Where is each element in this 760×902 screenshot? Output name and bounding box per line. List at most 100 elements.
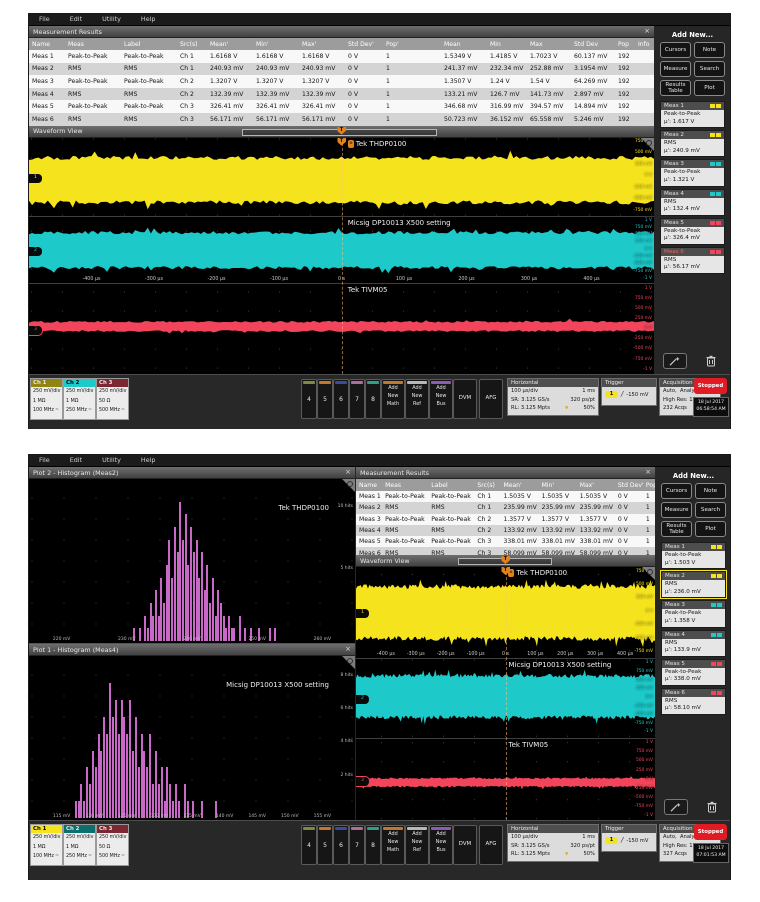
meas-2-badge[interactable]: Meas 2RMSμ': 236.0 mV: [661, 571, 726, 598]
meas-3-badge[interactable]: Meas 3Peak-to-Peakμ': 1.358 V: [661, 600, 726, 627]
run-stop-status-button[interactable]: Stopped: [694, 824, 727, 840]
menu-edit[interactable]: Edit: [60, 455, 92, 466]
trash-icon[interactable]: [700, 354, 722, 368]
add-new-ref-button[interactable]: AddNewRef: [405, 825, 429, 865]
afg-button[interactable]: AFG: [479, 825, 503, 865]
trigger-panel[interactable]: Trigger1/-150 mV: [601, 824, 657, 852]
measurement-results-titlebar[interactable]: Measurement Results ×: [29, 26, 654, 38]
add-new-math-button[interactable]: AddNewMath: [381, 825, 405, 865]
addnew-search-button[interactable]: Search: [695, 502, 726, 518]
waveform-view-titlebar[interactable]: Waveform View T: [356, 555, 655, 567]
channel-5-button[interactable]: 5: [317, 379, 333, 419]
addnew-plot-button[interactable]: Plot: [694, 80, 725, 96]
horizontal-panel[interactable]: Horizontal100 μs/div1 msSR: 3.125 GS/s32…: [507, 824, 599, 862]
channel-badge-ch-3[interactable]: Ch 3250 mV/div50 Ω500 MHz~: [96, 378, 129, 420]
run-stop-status-button[interactable]: Stopped: [694, 378, 727, 394]
add-new-bus-button[interactable]: AddNewBus: [429, 379, 453, 419]
histogram-plot-area[interactable]: Micsig DP10013 X500 setting8 hits6 hits4…: [29, 656, 355, 820]
addnew-note-button[interactable]: Note: [694, 42, 725, 58]
menu-utility[interactable]: Utility: [92, 14, 131, 25]
meas-6-badge[interactable]: Meas 6RMSμ': 56.17 mV: [660, 247, 725, 274]
waveform-plot-area[interactable]: Tek THDP01001750 mV500 mV250 mV0 V-250 m…: [356, 567, 655, 820]
channel-4-button[interactable]: 4: [301, 825, 317, 865]
addnew-measure-button[interactable]: Measure: [660, 61, 691, 77]
meas-1-badge[interactable]: Meas 1Peak-to-Peakμ': 1.617 V: [660, 101, 725, 128]
callout-wand-button[interactable]: [663, 353, 687, 369]
table-row[interactable]: Meas 1Peak-to-PeakPeak-to-PeakCh 11.5035…: [356, 491, 655, 502]
menu-help[interactable]: Help: [131, 14, 166, 25]
table-row[interactable]: Meas 5Peak-to-PeakPeak-to-PeakCh 3338.01…: [356, 536, 655, 547]
trigger-panel[interactable]: Trigger1/-150 mV: [601, 378, 657, 406]
addnew-cursors-button[interactable]: Cursors: [660, 42, 691, 58]
table-row[interactable]: Meas 3Peak-to-PeakPeak-to-PeakCh 21.3207…: [29, 75, 654, 88]
table-row[interactable]: Meas 6RMSRMSCh 358.099 mV58.099 mV58.099…: [356, 547, 655, 555]
afg-button[interactable]: AFG: [479, 379, 503, 419]
channel-4-button[interactable]: 4: [301, 379, 317, 419]
zoom-corner-icon[interactable]: [641, 138, 654, 151]
table-row[interactable]: Meas 1Peak-to-PeakPeak-to-PeakCh 11.6168…: [29, 50, 654, 63]
plot-titlebar[interactable]: Plot 2 - Histogram (Meas2)×: [29, 467, 355, 479]
meas-4-badge[interactable]: Meas 4RMSμ': 132.4 mV: [660, 189, 725, 216]
trash-icon[interactable]: [701, 800, 723, 814]
add-new-bus-button[interactable]: AddNewBus: [429, 825, 453, 865]
channel-marker-ch1[interactable]: 1: [356, 608, 370, 619]
meas-3-badge[interactable]: Meas 3Peak-to-Peakμ': 1.321 V: [660, 159, 725, 186]
waveform-view-titlebar[interactable]: Waveform View T: [29, 126, 654, 138]
menu-edit[interactable]: Edit: [60, 14, 92, 25]
close-icon[interactable]: ×: [645, 467, 651, 478]
addnew-results-table-button[interactable]: Results Table: [660, 80, 691, 96]
dvm-button[interactable]: DVM: [453, 825, 477, 865]
addnew-measure-button[interactable]: Measure: [661, 502, 692, 518]
channel-7-button[interactable]: 7: [349, 825, 365, 865]
channel-6-button[interactable]: 6: [333, 825, 349, 865]
channel-badge-ch-2[interactable]: Ch 2250 mV/div1 MΩ250 MHz~: [63, 824, 96, 866]
zoom-corner-icon[interactable]: [642, 567, 655, 580]
meas-4-badge[interactable]: Meas 4RMSμ': 133.9 mV: [661, 630, 726, 657]
measurement-results-titlebar[interactable]: Measurement Results ×: [356, 467, 655, 479]
channel-7-button[interactable]: 7: [349, 379, 365, 419]
add-new-ref-button[interactable]: AddNewRef: [405, 379, 429, 419]
channel-marker-ch3[interactable]: 3: [356, 776, 370, 787]
zoom-corner-icon[interactable]: [342, 656, 355, 669]
channel-badge-ch-2[interactable]: Ch 2250 mV/div1 MΩ250 MHz~: [63, 378, 96, 420]
close-icon[interactable]: ×: [644, 26, 650, 37]
menu-utility[interactable]: Utility: [92, 455, 131, 466]
table-row[interactable]: Meas 6RMSRMSCh 356.171 mV56.171 mV56.171…: [29, 113, 654, 126]
histogram-plot-area[interactable]: Tek THDP010010 hits5 hits220 mV230 mV240…: [29, 479, 355, 643]
dvm-button[interactable]: DVM: [453, 379, 477, 419]
channel-marker-ch2[interactable]: 2: [356, 694, 370, 705]
channel-badge-ch-3[interactable]: Ch 3250 mV/div50 Ω500 MHz~: [96, 824, 129, 866]
table-row[interactable]: Meas 4RMSRMSCh 2132.39 mV132.39 mV132.39…: [29, 88, 654, 101]
menu-file[interactable]: File: [29, 14, 60, 25]
table-row[interactable]: Meas 2RMSRMSCh 1235.99 mV235.99 mV235.99…: [356, 502, 655, 513]
table-row[interactable]: Meas 5Peak-to-PeakPeak-to-PeakCh 3326.41…: [29, 100, 654, 113]
addnew-search-button[interactable]: Search: [694, 61, 725, 77]
channel-marker-ch2[interactable]: 2: [29, 246, 43, 257]
channel-badge-ch-1[interactable]: Ch 1250 mV/div1 MΩ100 MHz~: [30, 824, 63, 866]
channel-8-button[interactable]: 8: [365, 825, 381, 865]
plot-titlebar[interactable]: Plot 1 - Histogram (Meas4)×: [29, 644, 355, 656]
waveform-plot-area[interactable]: Tek THDP01001750 mV500 mV250 mV0 V-250 m…: [29, 138, 654, 374]
close-icon[interactable]: ×: [345, 644, 351, 655]
callout-wand-button[interactable]: [664, 799, 688, 815]
addnew-results-table-button[interactable]: Results Table: [661, 521, 692, 537]
channel-8-button[interactable]: 8: [365, 379, 381, 419]
menu-file[interactable]: File: [29, 455, 60, 466]
meas-6-badge[interactable]: Meas 6RMSμ': 58.10 mV: [661, 688, 726, 715]
meas-1-badge[interactable]: Meas 1Peak-to-Peakμ': 1.503 V: [661, 542, 726, 569]
zoom-corner-icon[interactable]: [342, 479, 355, 492]
addnew-plot-button[interactable]: Plot: [695, 521, 726, 537]
addnew-cursors-button[interactable]: Cursors: [661, 483, 692, 499]
meas-5-badge[interactable]: Meas 5Peak-to-Peakμ': 338.0 mV: [661, 659, 726, 686]
table-row[interactable]: Meas 2RMSRMSCh 1240.93 mV240.93 mV240.93…: [29, 63, 654, 76]
channel-6-button[interactable]: 6: [333, 379, 349, 419]
channel-5-button[interactable]: 5: [317, 825, 333, 865]
add-new-math-button[interactable]: AddNewMath: [381, 379, 405, 419]
addnew-note-button[interactable]: Note: [695, 483, 726, 499]
menu-help[interactable]: Help: [131, 455, 166, 466]
channel-badge-ch-1[interactable]: Ch 1250 mV/div1 MΩ100 MHz~: [30, 378, 63, 420]
meas-2-badge[interactable]: Meas 2RMSμ': 240.9 mV: [660, 130, 725, 157]
table-row[interactable]: Meas 3Peak-to-PeakPeak-to-PeakCh 21.3577…: [356, 514, 655, 525]
channel-marker-ch3[interactable]: 3: [29, 325, 43, 336]
horizontal-panel[interactable]: Horizontal100 μs/div1 msSR: 3.125 GS/s32…: [507, 378, 599, 416]
